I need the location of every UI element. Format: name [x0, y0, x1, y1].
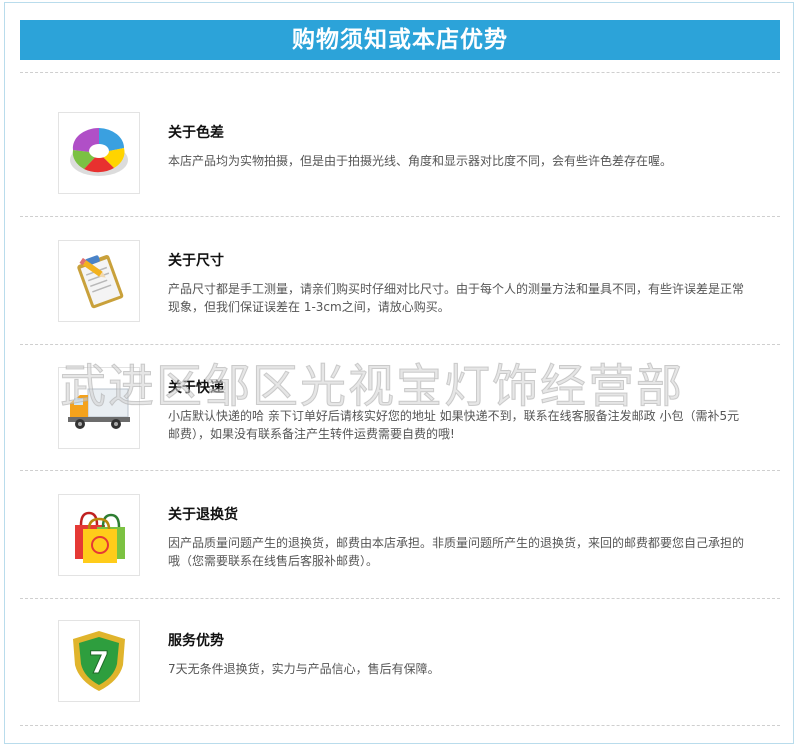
section-title: 购物须知或本店优势 [292, 27, 508, 53]
divider [20, 598, 780, 599]
badge-number: 7 [89, 646, 110, 681]
clipboard-icon [77, 255, 124, 309]
item-description: 小店默认快递的哈 亲下订单好后请核实好您的地址 如果快递不到，联系在线客服备注发… [168, 409, 740, 441]
item-title: 关于退换货 [168, 507, 238, 523]
item-title: 服务优势 [168, 633, 224, 649]
item-title: 关于尺寸 [168, 253, 224, 269]
divider [20, 725, 780, 726]
info-item-delivery: 关于快递 小店默认快递的哈 亲下订单好后请核实好您的地址 如果快递不到，联系在线… [58, 367, 758, 467]
info-item-color: 关于色差 本店产品均为实物拍摄，但是由于拍摄光线、角度和显示器对比度不同，会有些… [58, 112, 758, 212]
item-description: 产品尺寸都是手工测量，请亲们购买时仔细对比尺寸。由于每个人的测量方法和量具不同，… [168, 282, 745, 314]
item-thumbnail [58, 494, 140, 576]
item-thumbnail [58, 112, 140, 194]
item-thumbnail [58, 240, 140, 322]
shield-seven-icon: 7 [73, 631, 125, 691]
delivery-truck-icon [68, 388, 130, 429]
item-title: 关于快递 [168, 380, 224, 396]
item-description: 本店产品均为实物拍摄，但是由于拍摄光线、角度和显示器对比度不同，会有些许色差存在… [168, 154, 673, 168]
info-item-returns: 关于退换货 因产品质量问题产生的退换货，邮费由本店承担。非质量问题所产生的退换货… [58, 494, 758, 594]
info-item-service: 7 服务优势 7天无条件退换货，实力与产品信心，售后有保障。 [58, 620, 758, 720]
shopping-bags-icon [75, 511, 125, 563]
divider [20, 216, 780, 217]
item-thumbnail: 7 [58, 620, 140, 702]
item-description: 7天无条件退换货，实力与产品信心，售后有保障。 [168, 662, 440, 676]
divider [20, 72, 780, 73]
info-item-size: 关于尺寸 产品尺寸都是手工测量，请亲们购买时仔细对比尺寸。由于每个人的测量方法和… [58, 240, 758, 340]
section-header: 购物须知或本店优势 [20, 20, 780, 60]
item-thumbnail [58, 367, 140, 449]
divider [20, 470, 780, 471]
item-title: 关于色差 [168, 125, 224, 141]
pie-chart-icon [70, 127, 128, 176]
item-description: 因产品质量问题产生的退换货，邮费由本店承担。非质量问题所产生的退换货，来回的邮费… [168, 536, 745, 568]
divider [20, 344, 780, 345]
